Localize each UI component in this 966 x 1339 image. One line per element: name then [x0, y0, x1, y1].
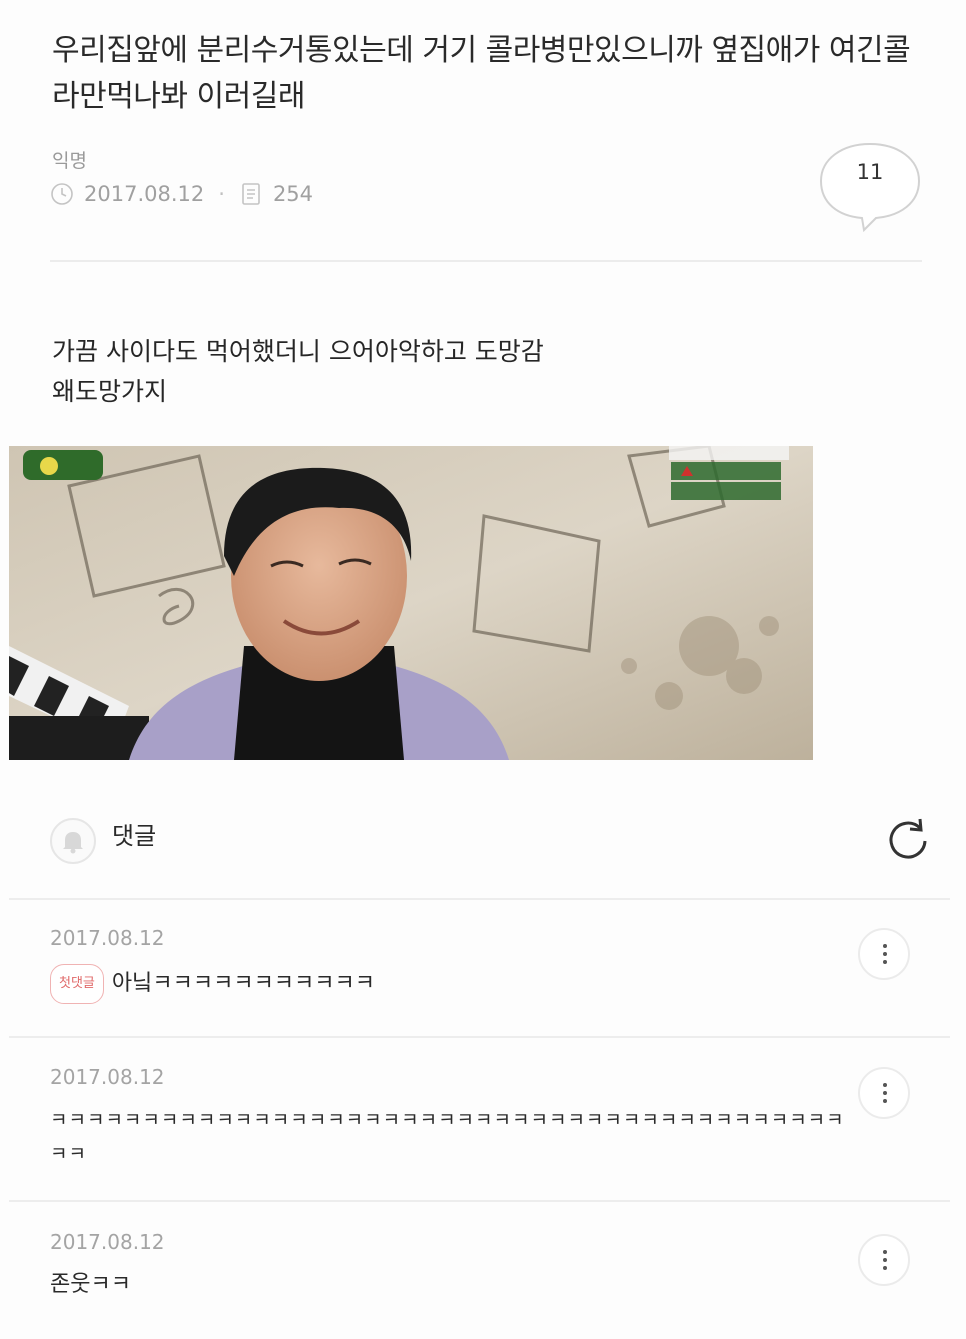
post-body-line: 가끔 사이다도 먹어했더니 으어아악하고 도망감: [52, 337, 544, 366]
more-dot: [883, 952, 887, 956]
post-body: 가끔 사이다도 먹어했더니 으어아악하고 도망감 왜도망가지: [52, 332, 852, 412]
comment-more-button[interactable]: [858, 1234, 910, 1286]
more-dot: [883, 960, 887, 964]
post-author[interactable]: 익명: [52, 146, 87, 173]
more-dot: [883, 1250, 887, 1254]
more-dot: [883, 1258, 887, 1262]
comment-more-button[interactable]: [858, 1067, 910, 1119]
comments-header: 댓글: [50, 812, 930, 868]
divider: [9, 898, 950, 900]
divider: [9, 1036, 950, 1038]
comment-bubble-icon[interactable]: [818, 140, 922, 234]
comment-text: ㅋㅋㅋㅋㅋㅋㅋㅋㅋㅋㅋㅋㅋㅋㅋㅋㅋㅋㅋㅋㅋㅋㅋㅋㅋㅋㅋㅋㅋㅋㅋㅋㅋㅋㅋㅋㅋㅋㅋㅋ…: [50, 1109, 845, 1165]
clock-icon: [51, 183, 73, 205]
post-meta: 2017.08.12 · 254: [50, 182, 313, 206]
more-dot: [883, 944, 887, 948]
more-dot: [883, 1266, 887, 1270]
post-views: 254: [272, 182, 314, 206]
more-dot: [883, 1099, 887, 1103]
comment-count[interactable]: 11: [818, 160, 922, 184]
first-comment-badge: 첫댓글: [50, 964, 104, 1004]
divider: [9, 1200, 950, 1202]
comment-date: 2017.08.12: [50, 926, 165, 950]
post-image: [9, 446, 813, 760]
meta-separator: ·: [218, 182, 225, 206]
post-page: 우리집앞에 분리수거통있는데 거기 콜라병만있으니까 옆집애가 여긴콜라만먹나봐…: [0, 0, 966, 1339]
comments-label: 댓글: [112, 822, 157, 850]
post-image-illustration: [9, 446, 813, 760]
refresh-icon[interactable]: [882, 814, 934, 866]
comment-text: 아닠ㅋㅋㅋㅋㅋㅋㅋㅋㅋㅋㅋ: [111, 971, 376, 996]
comment-date: 2017.08.12: [50, 1065, 165, 1089]
notification-bell-icon[interactable]: [50, 818, 96, 864]
comment-text: 존웃ㅋㅋ: [50, 1272, 131, 1297]
more-dot: [883, 1091, 887, 1095]
post-title: 우리집앞에 분리수거통있는데 거기 콜라병만있으니까 옆집애가 여긴콜라만먹나봐…: [52, 33, 911, 114]
post-date: 2017.08.12: [84, 182, 205, 206]
comment-more-button[interactable]: [858, 928, 910, 980]
views-icon: [242, 183, 260, 205]
comment-date: 2017.08.12: [50, 1230, 165, 1254]
more-dot: [883, 1083, 887, 1087]
divider: [50, 260, 922, 262]
comment-item: 2017.08.12 존웃ㅋㅋ: [50, 1230, 930, 1302]
comment-item: 2017.08.12 첫댓글 아닠ㅋㅋㅋㅋㅋㅋㅋㅋㅋㅋㅋ: [50, 926, 930, 1004]
comment-item: 2017.08.12 ㅋㅋㅋㅋㅋㅋㅋㅋㅋㅋㅋㅋㅋㅋㅋㅋㅋㅋㅋㅋㅋㅋㅋㅋㅋㅋㅋㅋㅋ…: [50, 1065, 930, 1171]
post-body-line: 왜도망가지: [52, 377, 168, 406]
comment-body: 첫댓글 아닠ㅋㅋㅋㅋㅋㅋㅋㅋㅋㅋㅋ: [50, 964, 850, 1004]
